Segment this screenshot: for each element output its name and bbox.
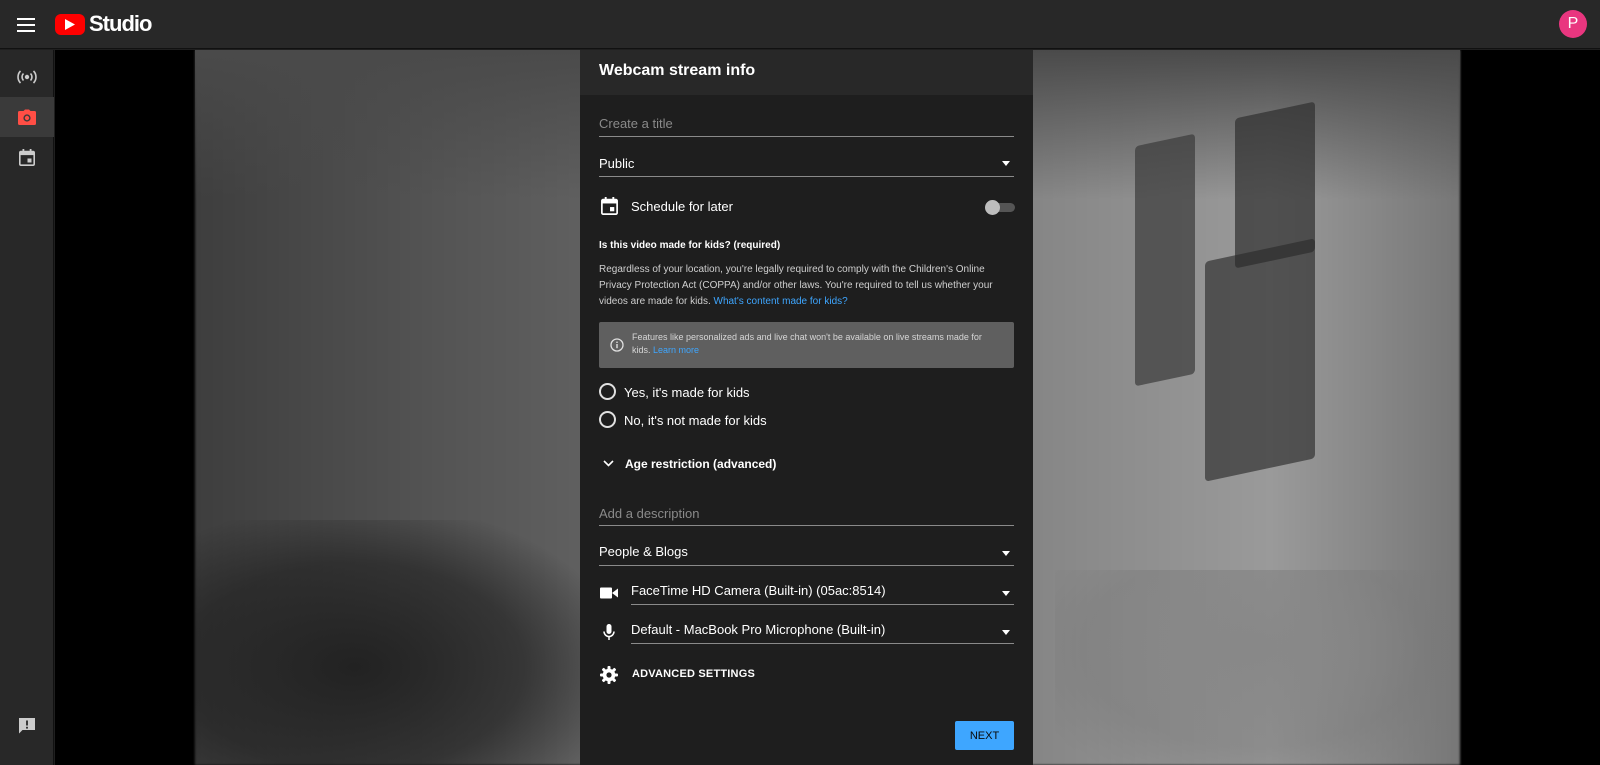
description-placeholder: Add a description (599, 506, 700, 521)
caret-down-icon (1002, 591, 1010, 596)
studio-logo[interactable]: Studio (55, 11, 152, 37)
panel-header: Webcam stream info (580, 50, 1033, 95)
hamburger-menu-icon[interactable] (14, 13, 38, 37)
app-name: Studio (89, 11, 152, 36)
preview-shade (195, 520, 595, 765)
microphone-value: Default - MacBook Pro Microphone (Built-… (631, 622, 886, 637)
panel-title: Webcam stream info (599, 62, 756, 79)
calendar-icon (599, 196, 619, 216)
kids-heading: Is this video made for kids? (required) (599, 240, 781, 251)
youtube-play-icon (55, 13, 85, 35)
radio-no-kids[interactable] (599, 411, 616, 428)
toggle-thumb (985, 200, 1000, 215)
next-button[interactable]: NEXT (955, 721, 1014, 750)
category-value: People & Blogs (599, 544, 688, 559)
category-dropdown[interactable]: People & Blogs (599, 539, 1014, 566)
sidebar-item-stream[interactable] (0, 57, 54, 97)
kids-description: Regardless of your location, you're lega… (599, 262, 1014, 310)
preview-shade (1055, 570, 1455, 765)
radio-yes-kids[interactable] (599, 383, 616, 400)
sidebar-item-webcam[interactable] (0, 97, 54, 137)
preview-shade (1205, 238, 1315, 482)
preview-shade (1135, 133, 1195, 387)
chevron-down-icon (603, 460, 614, 467)
caret-down-icon (1002, 551, 1010, 556)
gear-icon[interactable] (599, 665, 619, 685)
info-icon (610, 338, 624, 352)
microphone-dropdown[interactable]: Default - MacBook Pro Microphone (Built-… (631, 617, 1014, 644)
title-placeholder: Create a title (599, 116, 673, 131)
camera-dropdown[interactable]: FaceTime HD Camera (Built-in) (05ac:8514… (631, 578, 1014, 605)
camera-value: FaceTime HD Camera (Built-in) (05ac:8514… (631, 583, 886, 598)
age-restriction-toggle[interactable]: Age restriction (advanced) (599, 455, 799, 475)
visibility-value: Public (599, 156, 635, 171)
avatar-initial: P (1567, 15, 1579, 32)
advanced-settings-button[interactable]: ADVANCED SETTINGS (632, 668, 755, 680)
caret-down-icon (1002, 161, 1010, 166)
learn-more-link[interactable]: Learn more (653, 345, 699, 355)
video-camera-icon (599, 583, 619, 603)
radio-yes-label[interactable]: Yes, it's made for kids (624, 385, 750, 400)
feedback-icon (19, 718, 35, 734)
left-sidebar (0, 50, 54, 765)
kids-content-link[interactable]: What's content made for kids? (714, 296, 848, 307)
top-bar: Studio P (0, 0, 1600, 49)
caret-down-icon (1002, 630, 1010, 635)
description-input[interactable]: Add a description (599, 500, 1014, 526)
schedule-label: Schedule for later (631, 199, 733, 214)
stream-info-panel: Webcam stream info Create a title Public… (580, 50, 1033, 765)
webcam-icon (18, 109, 36, 125)
account-avatar[interactable]: P (1559, 10, 1587, 38)
schedule-toggle[interactable] (985, 200, 1015, 215)
sidebar-item-schedule[interactable] (0, 137, 54, 177)
info-text: Features like personalized ads and live … (632, 331, 1002, 357)
title-input[interactable]: Create a title (599, 110, 1014, 137)
age-restriction-label: Age restriction (advanced) (625, 457, 777, 471)
microphone-icon (599, 622, 619, 642)
live-stream-icon (17, 70, 37, 84)
sidebar-item-feedback[interactable] (0, 706, 54, 746)
calendar-icon (19, 148, 35, 166)
radio-no-label[interactable]: No, it's not made for kids (624, 413, 767, 428)
kids-info-box: Features like personalized ads and live … (599, 322, 1014, 368)
visibility-dropdown[interactable]: Public (599, 150, 1014, 177)
